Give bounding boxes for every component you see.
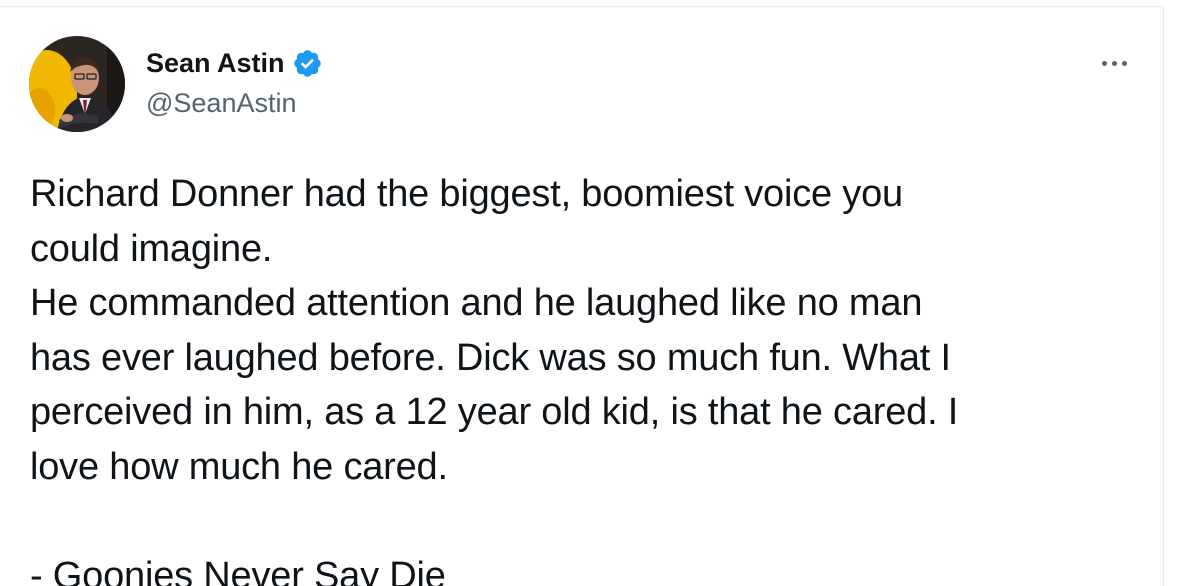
- author-name-row: Sean Astin: [146, 47, 323, 79]
- tweet-paragraph: He commanded attention and he laughed li…: [30, 282, 959, 488]
- dot: [1111, 60, 1117, 66]
- author-display-name[interactable]: Sean Astin: [146, 47, 285, 79]
- avatar-photo: [29, 36, 125, 132]
- tweet-text: Richard Donner had the biggest, boomiest…: [30, 167, 1140, 586]
- tweet-paragraph: - Goonies Never Say Die: [30, 554, 446, 586]
- more-options-icon[interactable]: [1094, 51, 1134, 75]
- author-avatar[interactable]: [29, 36, 125, 132]
- verified-badge-icon: [292, 48, 323, 79]
- dot: [1121, 60, 1127, 66]
- tweet-screenshot: Sean Astin @SeanAstin Richard Donner had…: [0, 0, 1200, 586]
- author-handle[interactable]: @SeanAstin: [146, 87, 297, 119]
- tweet-card: Sean Astin @SeanAstin Richard Donner had…: [0, 6, 1164, 586]
- tweet-paragraph: Richard Donner had the biggest, boomiest…: [30, 173, 903, 270]
- dot: [1101, 60, 1107, 66]
